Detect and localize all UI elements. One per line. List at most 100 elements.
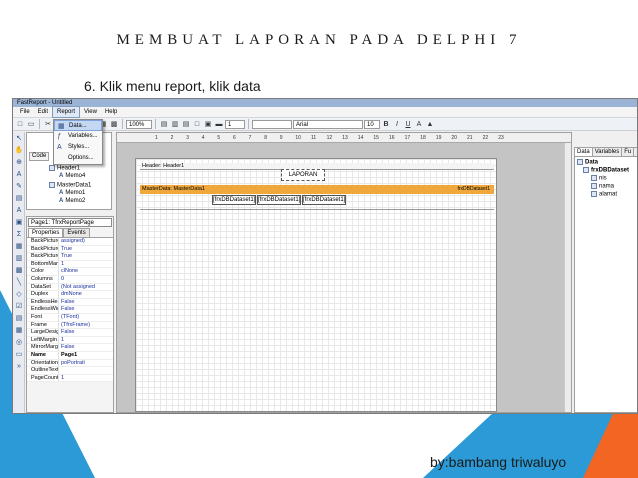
menu-view[interactable]: View	[80, 107, 101, 117]
tree-item[interactable]: A Memo1	[59, 190, 85, 197]
line-tool-icon[interactable]: ╲	[14, 278, 24, 288]
tab-variables[interactable]: Variables	[593, 148, 623, 156]
property-row[interactable]: MirrorMarginsFalse	[27, 344, 113, 352]
italic-button[interactable]: I	[392, 119, 402, 129]
property-value[interactable]: 1	[58, 374, 113, 382]
data-field[interactable]: alamat	[591, 191, 617, 199]
property-row[interactable]: LeftMargin 1	[27, 336, 113, 345]
tree-item[interactable]: A Memo2	[59, 198, 85, 205]
tab-data[interactable]: Data	[575, 148, 593, 156]
property-value[interactable]: False	[58, 344, 113, 351]
menu-edit[interactable]: Edit	[34, 107, 52, 117]
property-row[interactable]: Frame (TfrxFrame)	[27, 321, 113, 330]
picture-tool-icon[interactable]: ▣	[14, 218, 24, 228]
menu-item-options[interactable]: Options...	[54, 153, 102, 164]
property-value[interactable]: (TFont)	[58, 313, 113, 321]
property-row[interactable]: Color clNone	[27, 268, 113, 276]
hand-tool-icon[interactable]: ✋	[14, 146, 24, 156]
property-row[interactable]: EndlessHeighFalse	[27, 298, 113, 307]
dataset-field-memo[interactable]: [frxDBDataset1]	[302, 195, 346, 205]
property-value[interactable]: 1	[58, 260, 113, 268]
frame-icon[interactable]: □	[192, 119, 202, 129]
menu-help[interactable]: Help	[101, 107, 121, 117]
dataset-field-memo[interactable]: [frxDBDataset1]	[212, 195, 256, 205]
barcode-tool-icon[interactable]: ▩	[14, 266, 24, 276]
tree-item[interactable]: A Memo4	[59, 173, 85, 180]
report-page[interactable]: Header: Header1 LAPORAN MasterData: Mast…	[135, 158, 497, 412]
data-dataset[interactable]: frxDBDataset	[583, 167, 629, 175]
format-tool-icon[interactable]: ✎	[14, 182, 24, 192]
chart-tool-icon[interactable]: ▥	[14, 254, 24, 264]
property-row[interactable]: PageCount 1	[27, 374, 113, 383]
highlight-icon[interactable]: ▲	[425, 119, 435, 129]
richtext-tool-icon[interactable]: ▤	[14, 314, 24, 324]
line-color-icon[interactable]: ▬	[214, 119, 224, 129]
checkbox-tool-icon[interactable]: ☑	[14, 302, 24, 312]
zoom-select[interactable]: 100%	[126, 119, 152, 129]
text-tool-icon[interactable]: A	[14, 170, 24, 180]
subreport-tool-icon[interactable]: ▦	[14, 242, 24, 252]
property-value[interactable]: 1	[58, 336, 113, 344]
fill-color-icon[interactable]: ▣	[203, 119, 213, 129]
property-value[interactable]: poPortrait	[58, 359, 113, 367]
font-name-select[interactable]: Arial	[293, 119, 363, 129]
property-row[interactable]: BackPicturePTrue	[27, 245, 113, 254]
property-value[interactable]	[58, 367, 113, 374]
align-left-icon[interactable]: ▤	[159, 119, 169, 129]
menu-file[interactable]: File	[16, 107, 34, 117]
title-memo[interactable]: LAPORAN	[281, 169, 325, 181]
property-row[interactable]: OutlineText	[27, 367, 113, 375]
property-value[interactable]: clNone	[58, 268, 113, 275]
style-select[interactable]	[252, 119, 292, 129]
crosstab-tool-icon[interactable]: ▦	[14, 326, 24, 336]
align-center-icon[interactable]: ▥	[170, 119, 180, 129]
property-row[interactable]: BackPicture assigned)	[27, 238, 113, 246]
band-tool-icon[interactable]: ▤	[14, 194, 24, 204]
property-value[interactable]: True	[58, 253, 113, 260]
tab-functions[interactable]: Fu	[622, 148, 635, 156]
property-value[interactable]: Page1	[58, 351, 113, 359]
property-row[interactable]: Orientation poPortrait	[27, 359, 113, 368]
master-data-band[interactable]: MasterData: MasterData1 frxDBDataset1	[140, 185, 494, 194]
property-value[interactable]: 0	[58, 275, 113, 283]
menu-report[interactable]: Report	[52, 106, 81, 118]
property-row[interactable]: Font (TFont)	[27, 313, 113, 322]
property-row[interactable]: Name Page1	[27, 351, 113, 360]
new-icon[interactable]: □	[15, 119, 25, 129]
line-width-select[interactable]: 1	[225, 119, 245, 129]
property-value[interactable]: (TfrxFrame)	[58, 321, 113, 329]
align-right-icon[interactable]: ▤	[181, 119, 191, 129]
property-row[interactable]: DataSet (Not assigned	[27, 283, 113, 292]
tab-events[interactable]: Events	[63, 228, 90, 237]
ole-tool-icon[interactable]: ◎	[14, 338, 24, 348]
property-value[interactable]: False	[58, 329, 113, 336]
bold-button[interactable]: B	[381, 119, 391, 129]
property-value[interactable]: dmNone	[58, 291, 113, 298]
tab-properties[interactable]: Properties	[28, 228, 64, 237]
more-tools-icon[interactable]: »	[14, 362, 24, 372]
menu-item-variables[interactable]: ƒ Variables...	[54, 131, 102, 142]
code-tab[interactable]: Code	[29, 152, 50, 161]
cut-icon[interactable]: ✂	[43, 119, 53, 129]
dataset-field-memo[interactable]: [frxDBDataset1]	[257, 195, 301, 205]
open-icon[interactable]: ▭	[26, 119, 36, 129]
property-row[interactable]: Duplex dmNone	[27, 291, 113, 299]
sum-tool-icon[interactable]: Σ	[14, 230, 24, 240]
property-row[interactable]: EndlessWidthFalse	[27, 306, 113, 314]
property-row[interactable]: BottomMargin1	[27, 260, 113, 269]
property-row[interactable]: Columns 0	[27, 275, 113, 284]
property-row[interactable]: LargeDesignHFalse	[27, 329, 113, 337]
underline-button[interactable]: U	[403, 119, 413, 129]
zoom-tool-icon[interactable]: ⊕	[14, 158, 24, 168]
shape-tool-icon[interactable]: ◇	[14, 290, 24, 300]
data-root[interactable]: Data	[577, 159, 598, 167]
select-tool-icon[interactable]: ↖	[14, 134, 24, 144]
dialog-tool-icon[interactable]: ▭	[14, 350, 24, 360]
vertical-scrollbar[interactable]	[564, 143, 571, 412]
font-size-select[interactable]: 10	[364, 119, 380, 129]
property-value[interactable]: assigned)	[58, 238, 113, 245]
property-value[interactable]: (Not assigned	[58, 283, 113, 291]
tree-item[interactable]: Header1	[49, 165, 80, 173]
menu-item-data[interactable]: ▦ Data...	[54, 120, 102, 131]
property-value[interactable]: False	[58, 306, 113, 313]
